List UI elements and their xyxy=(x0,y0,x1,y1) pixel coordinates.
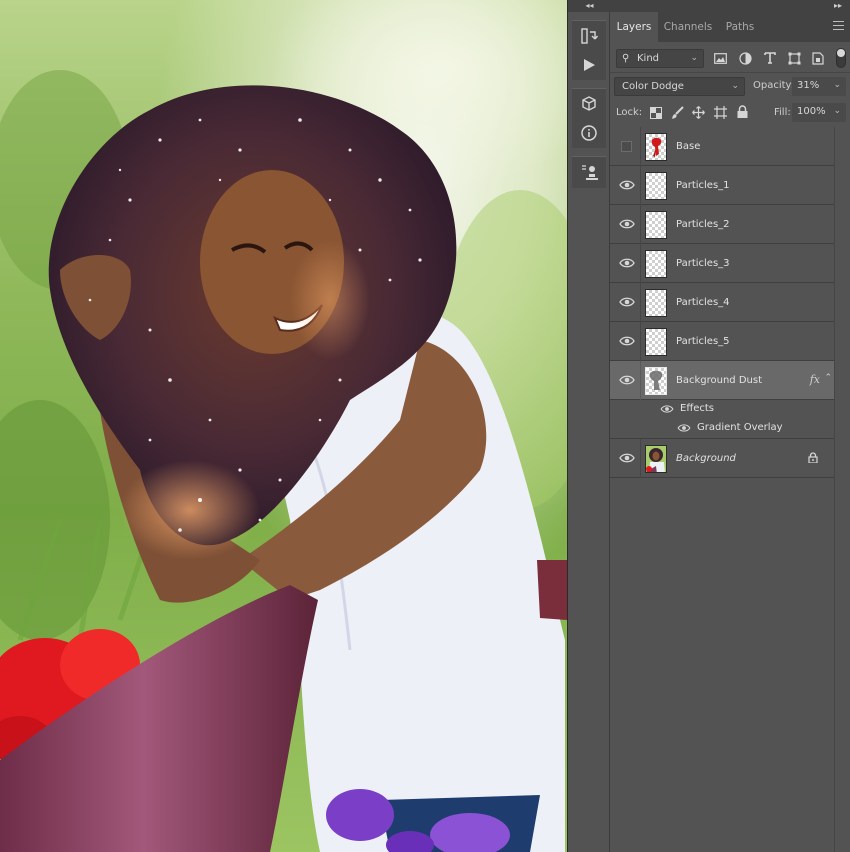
layer-name: Background xyxy=(676,453,736,464)
layer-name: Base xyxy=(676,141,701,152)
layer-effects-icon[interactable]: fx xyxy=(810,373,820,386)
filter-row: ⚲ Kind ⌄ xyxy=(610,42,850,72)
layer-thumbnail xyxy=(645,328,667,356)
blend-mode-dropdown[interactable]: Color Dodge ⌄ xyxy=(614,77,745,96)
lock-transparent-pixels-icon[interactable] xyxy=(650,107,662,119)
layer-row-background-dust[interactable]: Background Dust fx ⌃ xyxy=(610,361,834,400)
type-filter-icon[interactable] xyxy=(764,52,776,64)
blend-row: Color Dodge ⌄ Opacity: 31% ⌄ xyxy=(610,72,850,100)
document-canvas[interactable] xyxy=(0,0,567,852)
tab-layers[interactable]: Layers xyxy=(610,12,658,42)
layer-name: Particles_1 xyxy=(676,180,730,191)
image-filter-icon[interactable] xyxy=(714,53,727,64)
opacity-field[interactable]: 31% ⌄ xyxy=(792,77,846,96)
adjustment-filter-icon[interactable] xyxy=(739,52,752,65)
visibility-toggle-off[interactable] xyxy=(621,141,632,152)
fill-value: 100% xyxy=(797,106,826,117)
chevron-up-icon[interactable]: ⌃ xyxy=(824,373,832,383)
layer-row-base[interactable]: Base xyxy=(610,127,834,166)
photo-artwork xyxy=(0,0,567,852)
layer-name: Particles_2 xyxy=(676,219,730,230)
fill-field[interactable]: 100% ⌄ xyxy=(792,103,846,122)
effects-label: Effects xyxy=(680,403,714,414)
lock-position-icon[interactable] xyxy=(692,106,705,119)
layers-panel: ▸▸ Layers Channels Paths ⚲ Kind ⌄ Color … xyxy=(610,0,850,852)
filter-kind-label: Kind xyxy=(637,53,660,64)
blend-mode-value: Color Dodge xyxy=(622,81,684,92)
layer-name: Particles_3 xyxy=(676,258,730,269)
layer-thumbnail xyxy=(645,367,667,395)
eye-icon[interactable] xyxy=(619,218,635,230)
layer-thumbnail xyxy=(645,289,667,317)
smart-object-filter-icon[interactable] xyxy=(812,52,824,65)
panel-menu-icon[interactable] xyxy=(833,21,844,31)
lock-image-pixels-icon[interactable] xyxy=(671,106,684,119)
lock-label: Lock: xyxy=(616,107,643,118)
dock-collapse-button[interactable]: ◂◂ xyxy=(568,0,611,12)
filter-toggle-switch[interactable] xyxy=(836,48,846,68)
layers-scrollbar[interactable] xyxy=(834,127,850,852)
fill-label: Fill: xyxy=(774,107,791,118)
layer-row-particles-5[interactable]: Particles_5 xyxy=(610,322,834,361)
3d-icon[interactable] xyxy=(572,89,606,118)
layer-thumbnail xyxy=(645,211,667,239)
eye-icon[interactable] xyxy=(660,404,674,414)
tab-channels[interactable]: Channels xyxy=(658,12,718,42)
opacity-value: 31% xyxy=(797,80,820,91)
effects-row[interactable]: Effects xyxy=(610,400,834,419)
shape-filter-icon[interactable] xyxy=(788,52,801,65)
clone-source-icon[interactable] xyxy=(572,157,606,186)
search-icon: ⚲ xyxy=(622,53,630,64)
layer-row-particles-3[interactable]: Particles_3 xyxy=(610,244,834,283)
dock-group-3d-info xyxy=(572,88,606,148)
history-icon[interactable] xyxy=(572,21,606,50)
eye-icon[interactable] xyxy=(619,257,635,269)
chevron-down-icon: ⌄ xyxy=(690,53,698,63)
panel-collapse-button[interactable]: ▸▸ xyxy=(834,0,842,11)
eye-icon[interactable] xyxy=(619,335,635,347)
tab-paths[interactable]: Paths xyxy=(718,12,762,42)
lock-all-icon[interactable] xyxy=(737,105,748,118)
chevron-down-icon: ⌄ xyxy=(833,80,841,90)
effect-row-gradient-overlay[interactable]: Gradient Overlay xyxy=(610,419,834,439)
actions-play-icon[interactable] xyxy=(572,50,606,79)
lock-artboard-icon[interactable] xyxy=(714,106,727,119)
dock-group-clone-source xyxy=(572,156,606,188)
eye-icon[interactable] xyxy=(619,179,635,191)
panel-dock: ◂◂ xyxy=(567,0,611,852)
lock-icon xyxy=(808,452,818,463)
layer-thumbnail xyxy=(645,445,667,473)
opacity-label: Opacity: xyxy=(753,80,795,91)
layer-row-background[interactable]: Background xyxy=(610,439,834,478)
layer-name: Particles_4 xyxy=(676,297,730,308)
layer-row-particles-2[interactable]: Particles_2 xyxy=(610,205,834,244)
panel-tabs: Layers Channels Paths xyxy=(610,12,850,42)
panel-header-bar: ▸▸ xyxy=(610,0,850,12)
eye-icon[interactable] xyxy=(619,296,635,308)
dock-group-history-actions xyxy=(572,20,606,80)
lock-row: Lock: Fill: 100% ⌄ xyxy=(610,100,850,127)
eye-icon[interactable] xyxy=(619,374,635,386)
layer-thumbnail xyxy=(645,133,667,161)
layer-name: Background Dust xyxy=(676,375,763,386)
chevron-down-icon: ⌄ xyxy=(731,81,739,91)
layer-thumbnail xyxy=(645,250,667,278)
eye-icon[interactable] xyxy=(677,423,691,433)
filter-kind-dropdown[interactable]: ⚲ Kind ⌄ xyxy=(616,49,704,68)
layer-row-particles-1[interactable]: Particles_1 xyxy=(610,166,834,205)
layer-thumbnail xyxy=(645,172,667,200)
eye-icon[interactable] xyxy=(619,452,635,464)
effect-name: Gradient Overlay xyxy=(697,422,783,433)
layer-name: Particles_5 xyxy=(676,336,730,347)
info-icon[interactable] xyxy=(572,118,606,147)
layer-row-particles-4[interactable]: Particles_4 xyxy=(610,283,834,322)
chevron-down-icon: ⌄ xyxy=(833,106,841,116)
